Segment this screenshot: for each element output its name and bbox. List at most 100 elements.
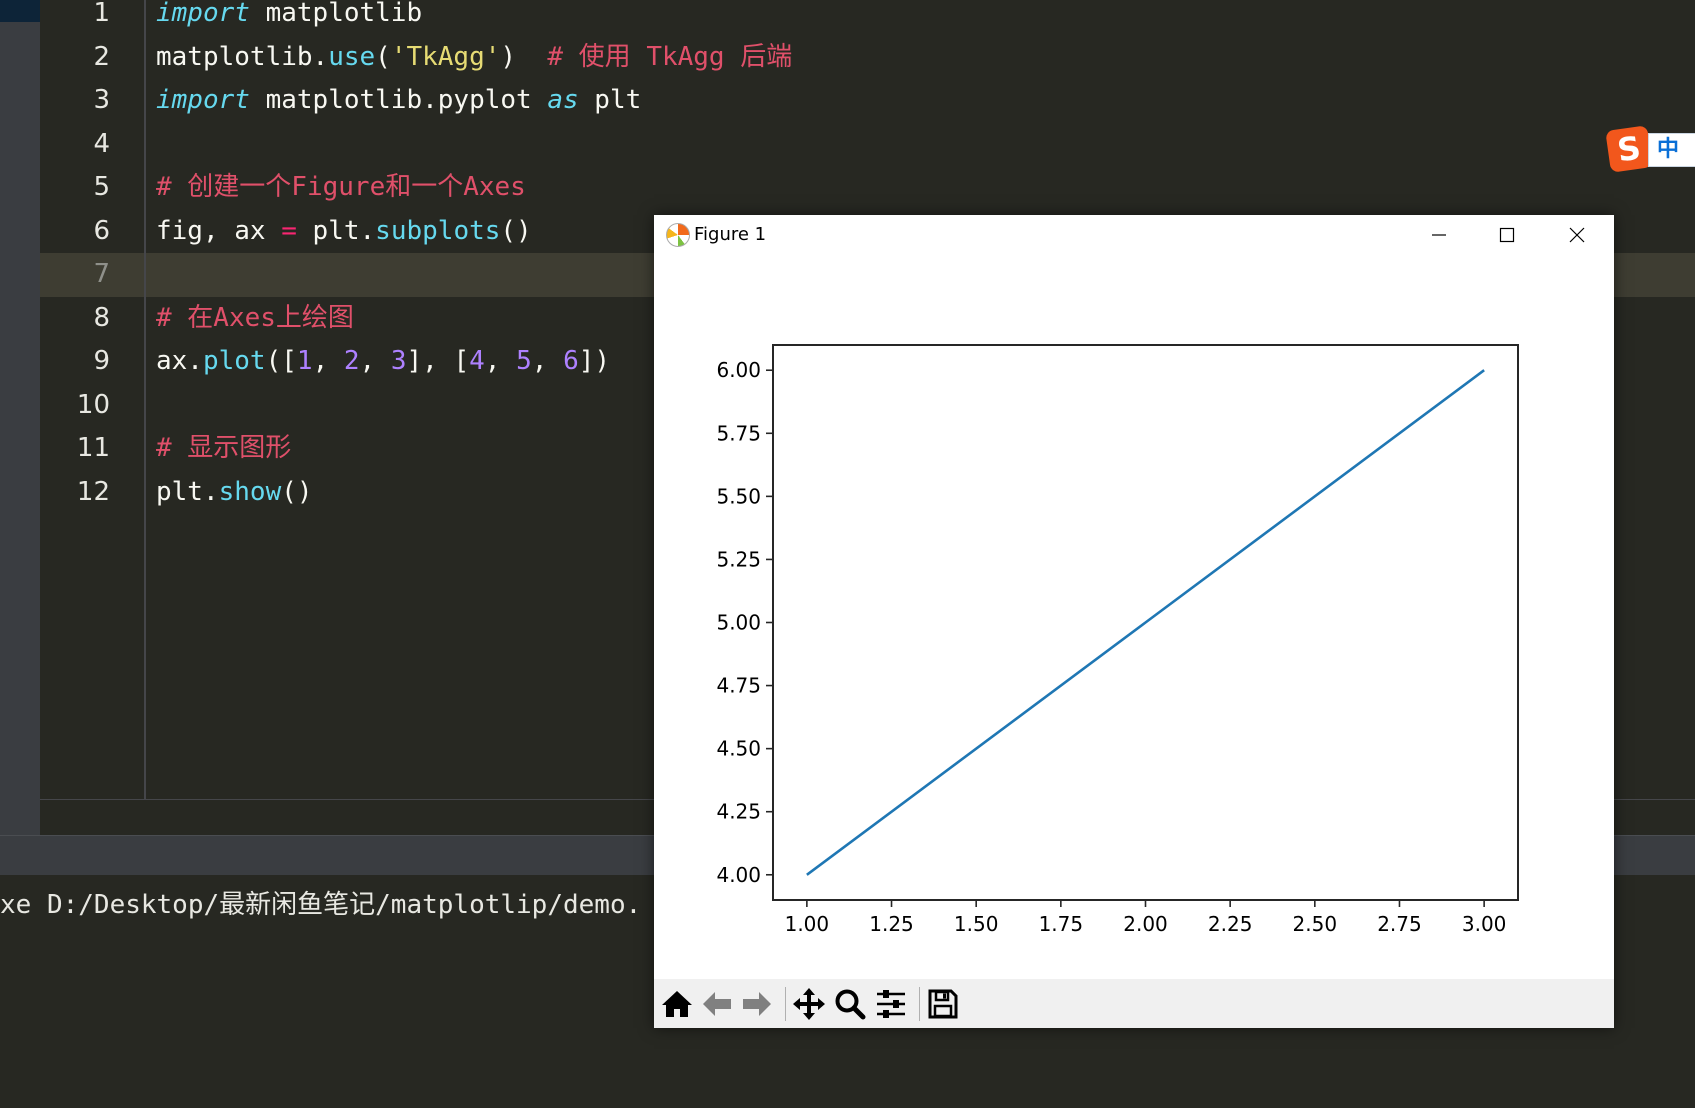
window-titlebar[interactable]: Figure 1 [654, 215, 1614, 255]
line-number: 9 [93, 346, 110, 376]
code-text: matplotlib [249, 0, 423, 28]
y-tick-label: 5.50 [716, 484, 761, 508]
sogou-logo-icon: S [1605, 125, 1653, 173]
x-tick-label: 1.00 [785, 912, 830, 936]
y-axis: 4.00 4.25 4.50 4.75 5.00 5.25 5.50 5.75 6.00 [716, 358, 773, 887]
code-text: , [531, 346, 564, 376]
code-line-2[interactable]: matplotlib.use('TkAgg') # 使用 TkAgg 后端 [156, 36, 792, 80]
home-button[interactable] [658, 985, 696, 1023]
line-number: 1 [93, 0, 110, 28]
number-literal: 2 [343, 346, 360, 376]
maximize-button[interactable] [1474, 215, 1540, 255]
comment: # 在Axes上绘图 [156, 302, 354, 333]
code-line-6[interactable]: fig, ax = plt.subplots() [156, 210, 532, 254]
string-literal: 'TkAgg' [390, 41, 501, 72]
x-axis: 1.00 1.25 1.50 1.75 2.00 2.25 2.50 2.75 3.00 [785, 900, 1507, 936]
zoom-button[interactable] [831, 985, 869, 1023]
toolbar-separator [919, 987, 920, 1021]
code-line-9[interactable]: ax.plot([1, 2, 3], [4, 5, 6]) [156, 340, 610, 384]
code-line-1[interactable]: import matplotlib [156, 0, 422, 36]
line-number: 8 [93, 302, 110, 333]
code-text: matplotlib. [156, 41, 329, 72]
keyword: as [547, 85, 579, 115]
y-tick-label: 6.00 [716, 358, 761, 382]
back-arrow-icon [703, 992, 731, 1016]
toolbar-separator [785, 987, 786, 1021]
line-number: 2 [93, 41, 110, 72]
pan-button[interactable] [790, 985, 828, 1023]
line-number: 7 [93, 259, 110, 289]
activity-bar [0, 0, 40, 835]
floppy-disk-icon [928, 989, 958, 1019]
ime-indicator[interactable]: S 中 [1605, 125, 1695, 173]
function-name: plot [202, 346, 266, 376]
plot-canvas[interactable]: 4.00 4.25 4.50 4.75 5.00 5.25 5.50 5.75 6.00 1.0… [654, 255, 1614, 979]
code-line-8[interactable]: # 在Axes上绘图 [156, 297, 354, 341]
window-title: Figure 1 [694, 224, 767, 245]
code-text: ], [ [406, 346, 470, 376]
keyword: import [156, 0, 250, 28]
x-tick-label: 2.25 [1208, 912, 1253, 936]
number-literal: 6 [563, 346, 579, 376]
configure-subplots-button[interactable] [872, 985, 910, 1023]
function-name: subplots [375, 215, 501, 246]
x-tick-label: 2.75 [1377, 912, 1422, 936]
code-text: , [484, 346, 517, 376]
line-number: 12 [76, 476, 110, 507]
x-tick-label: 1.50 [954, 912, 999, 936]
comment: # 显示图形 [156, 433, 292, 463]
comment: # 使用 TkAgg 后端 [547, 41, 793, 72]
minimize-icon [1432, 234, 1446, 236]
x-tick-label: 1.25 [869, 912, 914, 936]
move-arrows-icon [793, 988, 825, 1020]
activity-bar-active-item[interactable] [0, 0, 40, 22]
x-tick-label: 3.00 [1462, 912, 1507, 936]
x-tick-label: 2.00 [1123, 912, 1168, 936]
number-literal: 5 [516, 346, 532, 376]
code-text: matplotlib.pyplot [249, 85, 548, 115]
number-literal: 3 [390, 346, 407, 376]
number-literal: 1 [296, 346, 313, 376]
code-text: plt. [296, 215, 376, 246]
close-button[interactable] [1544, 215, 1610, 255]
code-text: ) [500, 41, 548, 72]
y-tick-label: 5.00 [716, 611, 761, 635]
y-tick-label: 4.00 [716, 863, 761, 887]
code-text: ax. [156, 346, 203, 376]
code-text: , [312, 346, 344, 376]
close-icon [1569, 227, 1585, 243]
figure-window[interactable]: Figure 1 4.00 4.25 4.50 4.75 5.00 5.25 5.50 5.7… [654, 215, 1614, 1028]
code-text: () [500, 215, 532, 246]
function-name: show [218, 476, 282, 507]
forward-arrow-icon [743, 992, 771, 1016]
save-button[interactable] [924, 985, 962, 1023]
code-text: ( [375, 41, 391, 72]
minimize-button[interactable] [1406, 215, 1472, 255]
y-tick-label: 5.25 [716, 547, 761, 571]
line-number: 5 [93, 172, 110, 202]
x-tick-label: 1.75 [1039, 912, 1084, 936]
number-literal: 4 [469, 346, 485, 376]
line-number: 3 [93, 85, 110, 115]
code-text: , [359, 346, 391, 376]
code-text: ([ [265, 346, 297, 376]
code-line-5[interactable]: # 创建一个Figure和一个Axes [156, 166, 526, 210]
code-line-3[interactable]: import matplotlib.pyplot as plt [156, 79, 641, 123]
y-tick-label: 4.75 [716, 674, 761, 698]
comment: # 创建一个Figure和一个Axes [156, 172, 526, 202]
line-number: 6 [93, 215, 110, 246]
code-line-11[interactable]: # 显示图形 [156, 427, 291, 471]
maximize-icon [1499, 227, 1515, 243]
y-tick-label: 4.25 [716, 800, 761, 824]
sliders-icon [877, 990, 905, 1018]
keyword: import [156, 85, 250, 115]
ime-mode-label[interactable]: 中 [1648, 133, 1695, 167]
forward-button[interactable] [738, 985, 776, 1023]
code-text: plt. [156, 476, 219, 507]
y-tick-label: 4.50 [716, 737, 761, 761]
gutter-divider [144, 0, 146, 800]
code-line-12[interactable]: plt.show() [156, 471, 313, 515]
function-name: use [328, 41, 376, 72]
back-button[interactable] [698, 985, 736, 1023]
code-text: ]) [578, 346, 611, 376]
